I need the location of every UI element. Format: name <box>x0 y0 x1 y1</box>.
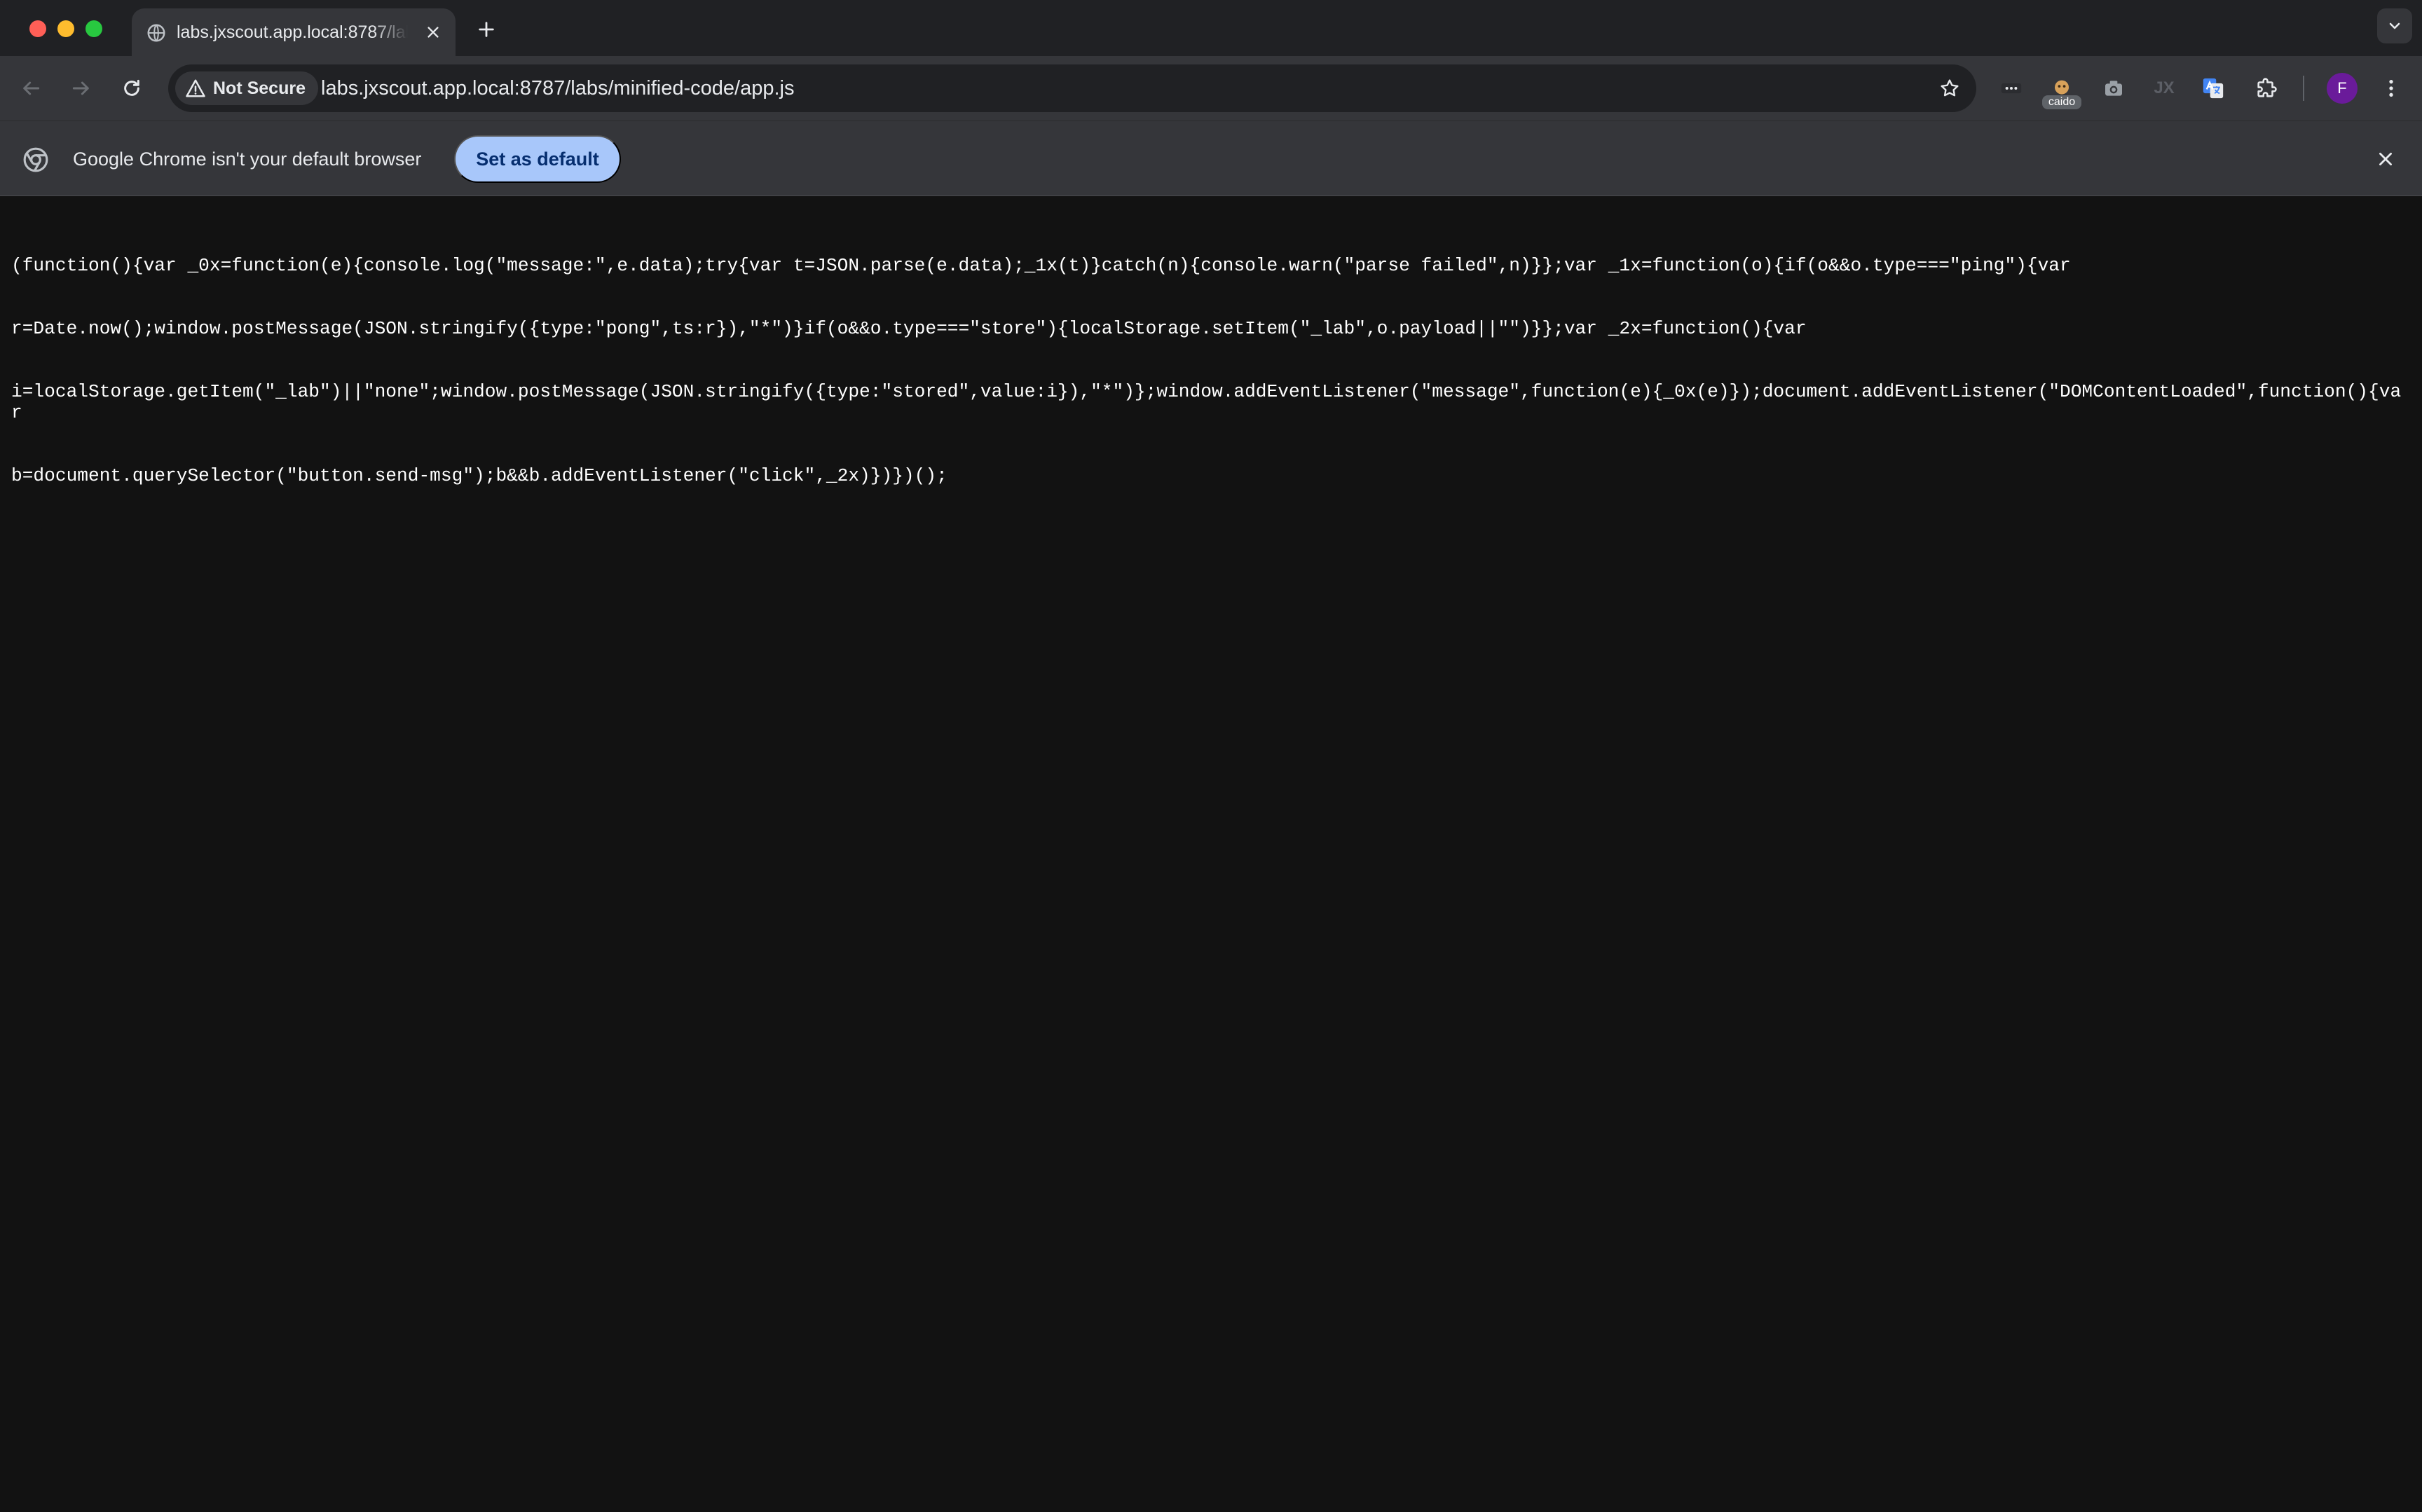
forward-button[interactable] <box>64 71 98 105</box>
chevron-down-icon <box>2389 22 2400 29</box>
infobar-message: Google Chrome isn't your default browser <box>73 149 422 170</box>
arrow-left-icon <box>23 81 40 95</box>
toolbar-divider <box>2303 76 2304 101</box>
window-maximize-button[interactable] <box>85 20 102 37</box>
chrome-menu-button[interactable] <box>2374 71 2408 105</box>
close-icon <box>2379 153 2392 165</box>
code-line: i=localStorage.getItem("_lab")||"none";w… <box>11 381 2402 423</box>
source-code: (function(){var _0x=function(e){console.… <box>11 213 2411 528</box>
url-text[interactable]: labs.jxscout.app.local:8787/labs/minifie… <box>321 64 794 112</box>
translate-extension-button[interactable] <box>2196 71 2230 105</box>
new-tab-button[interactable] <box>471 14 502 45</box>
globe-icon <box>147 24 165 42</box>
code-line: b=document.querySelector("button.send-ms… <box>11 465 947 486</box>
warning-icon <box>186 79 205 97</box>
page-content: (function(){var _0x=function(e){console.… <box>0 196 2422 1512</box>
arrow-right-icon <box>72 81 89 95</box>
back-button[interactable] <box>14 71 48 105</box>
set-as-default-button[interactable]: Set as default <box>454 135 621 183</box>
address-bar[interactable]: Not Secure labs.jxscout.app.local:8787/l… <box>168 64 1976 112</box>
more-extension-icon <box>2001 83 2022 94</box>
more-extension-button[interactable] <box>1995 71 2028 105</box>
tab-strip: labs.jxscout.app.local:8787/labs/minifie… <box>0 0 2422 56</box>
active-tab[interactable]: labs.jxscout.app.local:8787/labs/minifie… <box>132 8 456 56</box>
jx-extension-button[interactable]: JX <box>2147 71 2181 105</box>
browser-toolbar: Not Secure labs.jxscout.app.local:8787/l… <box>0 56 2422 121</box>
bookmark-button[interactable] <box>1936 74 1964 102</box>
code-line: (function(){var _0x=function(e){console.… <box>11 255 2071 276</box>
infobar-close-button[interactable] <box>2370 144 2401 174</box>
profile-avatar[interactable]: F <box>2327 73 2358 104</box>
reload-button[interactable] <box>115 71 149 105</box>
chrome-logo-icon <box>23 147 48 172</box>
site-info-chip[interactable]: Not Secure <box>175 71 318 105</box>
more-vertical-icon <box>2389 80 2393 97</box>
plus-icon <box>479 22 494 37</box>
default-browser-infobar: Google Chrome isn't your default browser… <box>0 121 2422 196</box>
star-icon <box>1941 79 1959 97</box>
camera-extension-icon <box>2105 81 2122 96</box>
reload-icon <box>124 79 139 96</box>
window-minimize-button[interactable] <box>57 20 74 37</box>
tab-title: labs.jxscout.app.local:8787/labs/minifie… <box>177 22 408 42</box>
tab-search-button[interactable] <box>2377 8 2412 43</box>
tab-close-button[interactable] <box>420 20 446 45</box>
jx-extension-icon: JX <box>2154 78 2175 97</box>
window-close-button[interactable] <box>29 20 46 37</box>
extensions-button[interactable] <box>2250 71 2283 105</box>
close-icon <box>427 27 439 38</box>
security-label: Not Secure <box>213 78 306 98</box>
camera-extension-button[interactable] <box>2097 71 2130 105</box>
translate-extension-icon <box>2203 78 2224 99</box>
code-line: r=Date.now();window.postMessage(JSON.str… <box>11 318 1807 339</box>
caido-extension-button[interactable]: caido <box>2042 71 2081 109</box>
puzzle-extensions-icon <box>2257 78 2277 97</box>
caido-label: caido <box>2042 95 2081 109</box>
